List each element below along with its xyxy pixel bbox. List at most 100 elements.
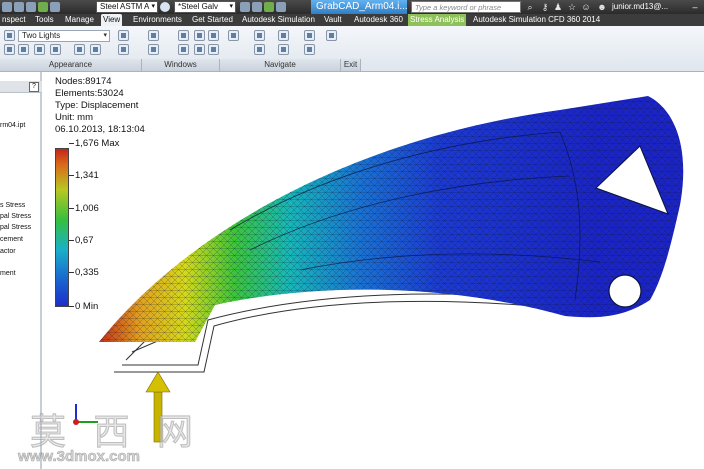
zoom-icon[interactable] [254, 44, 265, 55]
mesh-overlay [99, 96, 684, 342]
color-legend-bar[interactable] [55, 148, 69, 307]
appearance-group-label[interactable]: Appearance [0, 59, 142, 71]
exit-group-label: Exit [341, 59, 361, 71]
windows-group-label: Windows [142, 59, 220, 71]
tab-stress-analysis[interactable]: Stress Analysis [408, 14, 467, 26]
quick-access-toolbar [2, 1, 60, 13]
legend-tick [69, 306, 74, 307]
section-icon[interactable] [90, 44, 101, 55]
legend-tick [69, 272, 74, 273]
redo-icon[interactable] [14, 2, 24, 12]
tab-autodesk-360[interactable]: Autodesk 360 [352, 14, 405, 26]
home-view-icon[interactable] [326, 30, 337, 41]
cascade-icon[interactable] [194, 44, 205, 55]
measure-icon[interactable] [252, 2, 262, 12]
search-input[interactable]: Type a keyword or phrase [411, 1, 521, 13]
ground-plane-icon[interactable] [34, 44, 45, 55]
title-bar: Steel ASTM A ▾ *Steel Galv ▾ GrabCAD_Arm… [0, 0, 704, 14]
minimize-icon[interactable]: – [690, 2, 700, 12]
quick-tools [240, 1, 286, 13]
clean-screen-icon[interactable] [148, 44, 159, 55]
sigma-icon[interactable] [240, 2, 250, 12]
texture-icon[interactable] [118, 44, 129, 55]
chevron-down-icon: ▾ [151, 3, 155, 10]
user-interface-icon[interactable] [148, 30, 159, 41]
user-icon-2[interactable]: ☻ [597, 2, 607, 12]
lighting-select[interactable]: Two Lights ▾ [18, 30, 110, 42]
view-cube-icon[interactable] [304, 30, 315, 41]
browser-item[interactable]: s Stress [0, 201, 25, 210]
browser-item[interactable]: ment [0, 269, 16, 278]
full-navigation-wheel-icon[interactable] [228, 30, 239, 41]
legend-tick [69, 208, 74, 209]
legend-tick [69, 240, 74, 241]
key-icon[interactable]: ⚷ [540, 2, 550, 12]
tab-view[interactable]: View [101, 14, 123, 26]
perspective-icon[interactable] [50, 44, 61, 55]
nodes-count: Nodes:89174 [55, 76, 112, 87]
material-dropdown[interactable]: Steel ASTM A ▾ [96, 1, 158, 13]
result-timestamp: 06.10.2013, 18:13:04 [55, 124, 145, 135]
tab-autodesk-simulation[interactable]: Autodesk Simulation [240, 14, 317, 26]
close-window-icon[interactable] [208, 44, 219, 55]
people-icon[interactable]: ♟ [553, 2, 563, 12]
browser-item[interactable]: rm04.ipt [0, 121, 25, 130]
pan-icon[interactable] [254, 30, 265, 41]
appearance-label: *Steel Galv [178, 2, 219, 11]
user-icon[interactable]: ☺ [581, 2, 591, 12]
browser-item[interactable]: pal Stress [0, 212, 31, 221]
tab-get-started[interactable]: Get Started [190, 14, 235, 26]
ribbon-tabs: nspect Tools Manage View Environments Ge… [0, 14, 704, 26]
legend-label-min: 0 Min [75, 301, 99, 312]
tab-environments[interactable]: Environments [131, 14, 184, 26]
switch-window-icon[interactable] [178, 30, 189, 41]
reflections-icon[interactable] [18, 44, 29, 55]
select-icon[interactable] [50, 2, 60, 12]
legend-tick [69, 175, 74, 176]
color-swatch[interactable] [160, 1, 170, 13]
material-label: Steel ASTM A [100, 2, 150, 11]
chevron-down-icon: ▾ [103, 32, 107, 39]
new-window-icon[interactable] [208, 30, 219, 41]
legend-label: 1,006 [75, 203, 99, 214]
result-type: Type: Displacement [55, 100, 139, 111]
tab-simulation-cfd[interactable]: Autodesk Simulation CFD 360 2014 [471, 14, 602, 26]
chevron-down-icon: ▾ [229, 3, 233, 10]
lighting-value: Two Lights [22, 31, 61, 40]
legend-label-max: 1,676 Max [75, 138, 120, 149]
elements-count: Elements:53024 [55, 88, 124, 99]
visual-style-icon[interactable] [4, 30, 15, 41]
tab-inspect[interactable]: nspect [0, 14, 28, 26]
watermark-url: www.3dmox.com [18, 448, 141, 466]
tab-tools[interactable]: Tools [33, 14, 56, 26]
color-override-icon[interactable] [118, 30, 129, 41]
home-icon[interactable] [26, 2, 36, 12]
param-icon[interactable] [264, 2, 274, 12]
legend-label: 1,341 [75, 170, 99, 181]
orbit-icon[interactable] [278, 30, 289, 41]
result-unit: Unit: mm [55, 112, 93, 123]
help-icon[interactable]: ? [29, 82, 39, 92]
browser-item[interactable]: cement [0, 235, 23, 244]
inventor-window: Steel ASTM A ▾ *Steel Galv ▾ GrabCAD_Arm… [0, 0, 704, 469]
update-icon[interactable] [38, 2, 48, 12]
user-account[interactable]: junior.md13@... [612, 0, 668, 14]
legend-label: 0,335 [75, 267, 99, 278]
star-icon[interactable]: ☆ [567, 2, 577, 12]
previous-view-icon[interactable] [304, 44, 315, 55]
undo-icon[interactable] [2, 2, 12, 12]
browser-item[interactable]: actor [0, 247, 16, 256]
mounting-hole [608, 274, 642, 308]
appearance-dropdown[interactable]: *Steel Galv ▾ [174, 1, 236, 13]
browser-item[interactable]: pal Stress [0, 223, 31, 232]
look-at-icon[interactable] [278, 44, 289, 55]
ray-tracing-icon[interactable] [74, 44, 85, 55]
fx-icon[interactable] [276, 2, 286, 12]
tab-manage[interactable]: Manage [63, 14, 96, 26]
tile-icon[interactable] [178, 44, 189, 55]
shadows-icon[interactable] [4, 44, 15, 55]
arrange-icon[interactable] [194, 30, 205, 41]
tab-vault[interactable]: Vault [322, 14, 344, 26]
binoculars-icon[interactable]: ⌕ [525, 2, 535, 12]
navigate-group-label: Navigate [220, 59, 341, 71]
